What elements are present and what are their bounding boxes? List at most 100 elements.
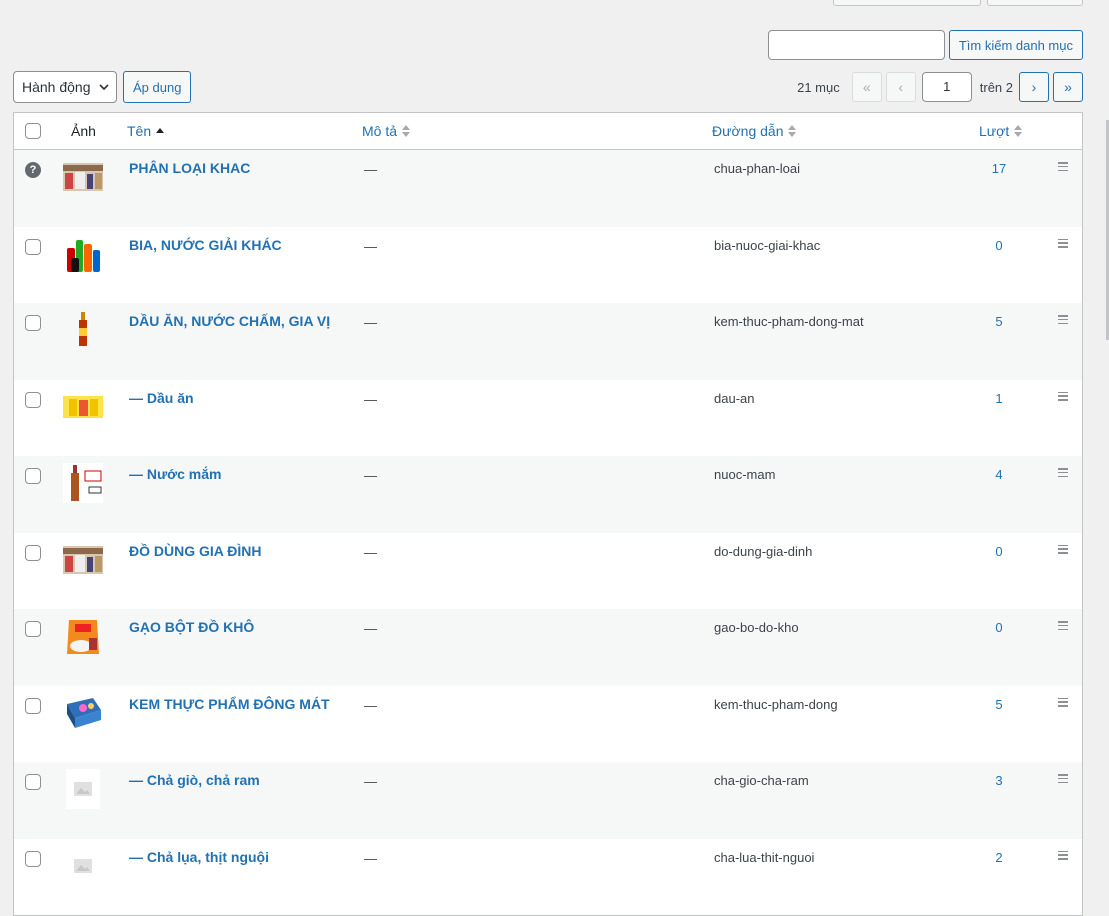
category-count-link[interactable]: 0 <box>974 620 1024 635</box>
top-toolbar-button-1[interactable] <box>833 0 981 6</box>
category-count-link[interactable]: 2 <box>974 850 1024 865</box>
search-input[interactable] <box>767 30 945 60</box>
row-select-cell <box>25 850 41 870</box>
table-row: — Dầu ăn — dau-an 1 <box>14 380 1082 457</box>
category-thumbnail <box>63 616 103 656</box>
category-name-link[interactable]: BIA, NƯỚC GIẢI KHÁC <box>129 237 282 253</box>
row-checkbox[interactable] <box>25 544 41 561</box>
category-name-link[interactable]: DẦU ĂN, NƯỚC CHẤM, GIA VỊ <box>129 313 330 329</box>
category-slug: cha-lua-thit-nguoi <box>714 849 815 865</box>
category-name-link[interactable]: — Nước mắm <box>129 466 221 482</box>
row-checkbox[interactable] <box>25 315 41 331</box>
table-row: — Chả lụa, thịt nguội — cha-lua-thit-nguoi… <box>14 839 1082 916</box>
row-select-cell <box>25 621 41 640</box>
chevron-down-icon <box>99 84 109 90</box>
category-description: — <box>364 162 377 177</box>
drag-handle-icon[interactable] <box>1058 468 1068 479</box>
category-description: — <box>364 468 377 483</box>
apply-button[interactable]: Áp dụng <box>123 71 192 103</box>
categories-table: Ảnh Tên Mô tả Đường dẫn Lượt ? PHÂN LOẠI … <box>13 112 1083 916</box>
category-name-link[interactable]: PHÂN LOẠI KHAC <box>129 160 250 176</box>
row-checkbox[interactable] <box>25 391 41 408</box>
category-slug: do-dung-gia-dinh <box>714 543 813 559</box>
category-slug: dau-an <box>714 390 755 406</box>
col-description-sort[interactable]: Mô tả <box>362 123 411 139</box>
col-count-sort[interactable]: Lượt <box>979 123 1023 139</box>
drag-handle-icon[interactable] <box>1058 391 1068 403</box>
table-row: ? PHÂN LOẠI KHAC — chua-phan-loai 17 <box>14 150 1082 227</box>
category-name-link[interactable]: — Chả lụa, thịt nguội <box>129 849 269 865</box>
table-row: KEM THỰC PHẨM ĐÔNG MÁT — kem-thuc-pham-don… <box>14 686 1082 763</box>
category-slug: cha-gio-cha-ram <box>714 773 809 788</box>
row-checkbox[interactable] <box>25 850 41 867</box>
category-count-link[interactable]: 0 <box>974 544 1024 559</box>
current-page-input[interactable]: 1 <box>921 72 972 102</box>
row-checkbox[interactable] <box>25 238 41 255</box>
category-thumbnail <box>63 463 103 503</box>
top-toolbar-button-2[interactable] <box>987 0 1083 6</box>
drag-handle-icon[interactable] <box>1058 544 1068 556</box>
bulk-action-select[interactable]: Hành động <box>13 71 117 103</box>
category-description: — <box>364 621 377 636</box>
table-row: GẠO BỘT ĐỒ KHÔ — gao-bo-do-kho 0 <box>14 609 1082 686</box>
drag-handle-icon[interactable] <box>1058 315 1068 326</box>
table-header: Ảnh Tên Mô tả Đường dẫn Lượt <box>14 113 1082 150</box>
drag-handle-icon[interactable] <box>1058 774 1068 785</box>
next-page-button[interactable]: › <box>1019 72 1049 102</box>
row-select-cell <box>25 697 41 717</box>
bulk-action-value: Hành động <box>22 79 91 95</box>
row-select-cell <box>25 238 41 258</box>
sort-icon <box>1014 125 1023 137</box>
category-count-link[interactable]: 17 <box>974 161 1024 176</box>
col-slug: Đường dẫn <box>712 123 784 139</box>
category-count-link[interactable]: 5 <box>974 697 1024 712</box>
category-count-link[interactable]: 5 <box>974 314 1024 329</box>
row-checkbox[interactable] <box>25 774 41 790</box>
select-all-checkbox[interactable] <box>25 123 41 139</box>
category-slug: gao-bo-do-kho <box>714 620 799 635</box>
row-select-cell <box>25 315 41 334</box>
category-description: — <box>364 391 377 407</box>
row-select-cell <box>25 391 41 411</box>
row-checkbox[interactable] <box>25 468 41 484</box>
category-count-link[interactable]: 1 <box>974 391 1024 406</box>
col-image: Ảnh <box>71 123 96 139</box>
category-count-link[interactable]: 4 <box>974 467 1024 482</box>
row-checkbox[interactable] <box>25 697 41 714</box>
drag-handle-icon[interactable] <box>1058 238 1068 250</box>
category-name-link[interactable]: — Dầu ăn <box>129 390 194 406</box>
drag-handle-icon[interactable] <box>1058 697 1068 709</box>
drag-handle-icon[interactable] <box>1058 162 1068 173</box>
col-count: Lượt <box>979 123 1010 139</box>
drag-handle-icon[interactable] <box>1058 850 1068 862</box>
category-thumbnail <box>63 845 103 886</box>
category-count-link[interactable]: 3 <box>974 773 1024 788</box>
sort-icon <box>788 125 797 137</box>
category-count-link[interactable]: 0 <box>974 238 1024 253</box>
table-row: BIA, NƯỚC GIẢI KHÁC — bia-nuoc-giai-khac 0 <box>14 227 1082 304</box>
category-name-link[interactable]: ĐỒ DÙNG GIA ĐÌNH <box>129 543 261 559</box>
category-description: — <box>364 544 377 560</box>
search-categories-button[interactable]: Tìm kiếm danh mục <box>948 30 1083 60</box>
category-thumbnail <box>63 693 103 733</box>
category-name-link[interactable]: — Chả giò, chả ram <box>129 772 260 788</box>
row-select-cell <box>25 468 41 487</box>
table-row: — Chả giò, chả ram — cha-gio-cha-ram 3 <box>14 762 1082 839</box>
table-row: — Nước mắm — nuoc-mam 4 <box>14 456 1082 533</box>
last-page-button[interactable]: » <box>1053 72 1083 102</box>
search-box: Tìm kiếm danh mục <box>767 30 1083 60</box>
drag-handle-icon[interactable] <box>1058 621 1068 632</box>
total-pages-text: trên 2 <box>979 79 1013 95</box>
col-name-sort[interactable]: Tên <box>127 123 165 139</box>
category-slug: kem-thuc-pham-dong <box>714 696 838 712</box>
table-row: ĐỒ DÙNG GIA ĐÌNH — do-dung-gia-dinh 0 <box>14 533 1082 610</box>
item-count: 21 mục <box>797 79 840 95</box>
category-name-link[interactable]: KEM THỰC PHẨM ĐÔNG MÁT <box>129 696 330 712</box>
row-select-cell <box>25 774 41 793</box>
category-description: — <box>364 238 377 254</box>
category-thumbnail <box>63 387 103 427</box>
row-checkbox[interactable] <box>25 621 41 637</box>
col-slug-sort[interactable]: Đường dẫn <box>712 123 797 139</box>
category-name-link[interactable]: GẠO BỘT ĐỒ KHÔ <box>129 619 254 635</box>
category-thumbnail <box>63 769 103 809</box>
